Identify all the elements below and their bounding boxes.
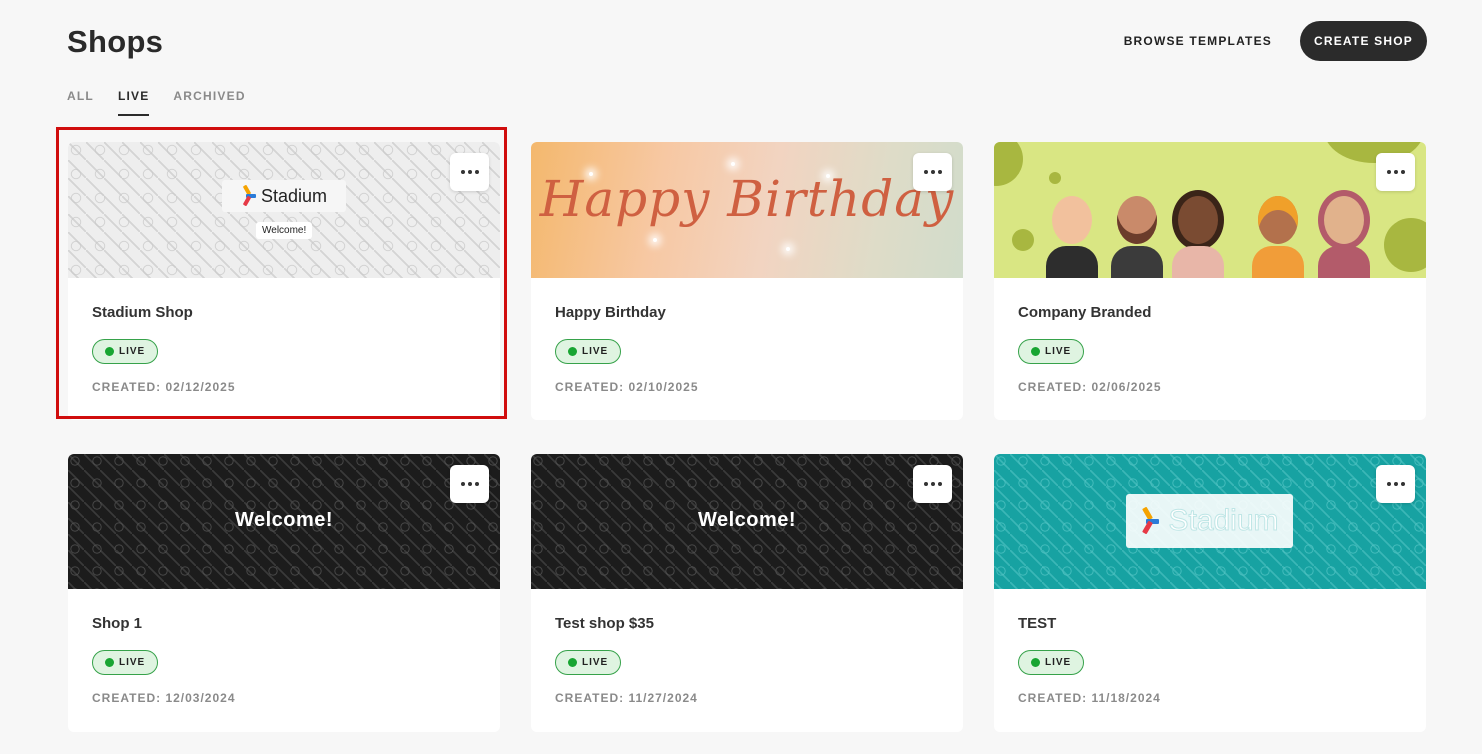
more-options-button[interactable]: [450, 153, 489, 191]
status-badge: LIVE: [1018, 339, 1085, 364]
shop-card-company-branded[interactable]: Company Branded LIVE CREATED: 02/06/2025: [994, 142, 1426, 420]
header-actions: BROWSE TEMPLATES CREATE SHOP: [1124, 21, 1427, 61]
status-label: LIVE: [119, 346, 146, 357]
shop-name: Happy Birthday: [555, 304, 666, 321]
more-dot-icon: [923, 170, 928, 174]
more-dot-icon: [467, 170, 472, 174]
shop-card-shop-1[interactable]: Welcome! Shop 1 LIVE CREATED: 12/03/2024: [68, 454, 500, 732]
status-label: LIVE: [1045, 346, 1072, 357]
more-dot-icon: [467, 482, 472, 486]
banner-birthday-text: Happy Birthday: [539, 170, 955, 228]
banner-welcome-text: Welcome!: [256, 222, 313, 239]
create-shop-button[interactable]: CREATE SHOP: [1300, 21, 1427, 61]
more-dot-icon: [474, 170, 479, 174]
status-badge: LIVE: [92, 650, 159, 675]
created-date: CREATED: 02/10/2025: [555, 380, 699, 394]
created-date: CREATED: 02/12/2025: [92, 380, 236, 394]
shop-name: TEST: [1018, 615, 1057, 632]
status-label: LIVE: [1045, 657, 1072, 668]
page-title: Shops: [67, 24, 164, 59]
more-dot-icon: [1400, 170, 1405, 174]
more-dot-icon: [460, 170, 465, 174]
banner-welcome-text: Welcome!: [697, 509, 797, 531]
more-dot-icon: [1386, 170, 1391, 174]
stadium-spark-icon: [1140, 506, 1162, 535]
status-tabs: ALL LIVE ARCHIVED: [67, 89, 270, 116]
more-dot-icon: [1386, 482, 1391, 486]
shop-banner-image: Welcome!: [531, 454, 963, 589]
stadium-logo: Stadium: [1126, 494, 1293, 548]
shop-banner-image: Stadium Welcome!: [68, 142, 500, 278]
shop-name: Stadium Shop: [92, 304, 193, 321]
browse-templates-button[interactable]: BROWSE TEMPLATES: [1124, 34, 1300, 48]
created-date: CREATED: 12/03/2024: [92, 691, 236, 705]
status-dot-icon: [1031, 658, 1040, 667]
avatar: [1111, 196, 1163, 278]
status-badge: LIVE: [1018, 650, 1085, 675]
shop-banner-image: [994, 142, 1426, 278]
banner-welcome-text: Welcome!: [234, 509, 334, 531]
shop-card-stadium-shop[interactable]: Stadium Welcome! Stadium Shop LIVE CREAT…: [68, 142, 500, 420]
shop-name: Shop 1: [92, 615, 143, 632]
created-date: CREATED: 11/18/2024: [1018, 691, 1161, 705]
status-dot-icon: [105, 347, 114, 356]
more-options-button[interactable]: [1376, 153, 1415, 191]
more-options-button[interactable]: [913, 153, 952, 191]
status-badge: LIVE: [92, 339, 159, 364]
more-options-button[interactable]: [1376, 465, 1415, 503]
avatar: [1172, 196, 1224, 278]
shop-banner-image: Happy Birthday: [531, 142, 963, 278]
avatar: [1318, 196, 1370, 278]
shop-name: Test shop $35: [555, 615, 654, 632]
more-dot-icon: [460, 482, 465, 486]
more-dot-icon: [923, 482, 928, 486]
status-label: LIVE: [119, 657, 146, 668]
stadium-spark-icon: [241, 184, 259, 207]
shop-banner-image: Stadium: [994, 454, 1426, 589]
status-badge: LIVE: [555, 650, 622, 675]
tab-live[interactable]: LIVE: [117, 89, 150, 116]
stadium-logo-text: Stadium: [1168, 504, 1279, 538]
shop-name: Company Branded: [1018, 304, 1152, 321]
more-dot-icon: [930, 482, 935, 486]
shop-card-test[interactable]: Stadium TEST LIVE CREATED: 11/18/2024: [994, 454, 1426, 732]
created-date: CREATED: 02/06/2025: [1018, 380, 1162, 394]
stadium-logo: Stadium: [222, 180, 346, 212]
tab-archived[interactable]: ARCHIVED: [173, 89, 245, 116]
more-options-button[interactable]: [450, 465, 489, 503]
status-label: LIVE: [582, 657, 609, 668]
more-dot-icon: [937, 482, 942, 486]
status-dot-icon: [1031, 347, 1040, 356]
shop-card-test-shop-35[interactable]: Welcome! Test shop $35 LIVE CREATED: 11/…: [531, 454, 963, 732]
status-badge: LIVE: [555, 339, 622, 364]
created-date: CREATED: 11/27/2024: [555, 691, 698, 705]
avatar: [1252, 196, 1304, 278]
shop-card-happy-birthday[interactable]: Happy Birthday Happy Birthday LIVE CREAT…: [531, 142, 963, 420]
avatar: [1046, 196, 1098, 278]
status-label: LIVE: [582, 346, 609, 357]
more-dot-icon: [1400, 482, 1405, 486]
more-options-button[interactable]: [913, 465, 952, 503]
more-dot-icon: [937, 170, 942, 174]
tab-all[interactable]: ALL: [67, 89, 94, 116]
more-dot-icon: [930, 170, 935, 174]
more-dot-icon: [1393, 482, 1398, 486]
status-dot-icon: [105, 658, 114, 667]
status-dot-icon: [568, 658, 577, 667]
status-dot-icon: [568, 347, 577, 356]
more-dot-icon: [474, 482, 479, 486]
shop-banner-image: Welcome!: [68, 454, 500, 589]
more-dot-icon: [1393, 170, 1398, 174]
stadium-logo-text: Stadium: [260, 185, 328, 206]
